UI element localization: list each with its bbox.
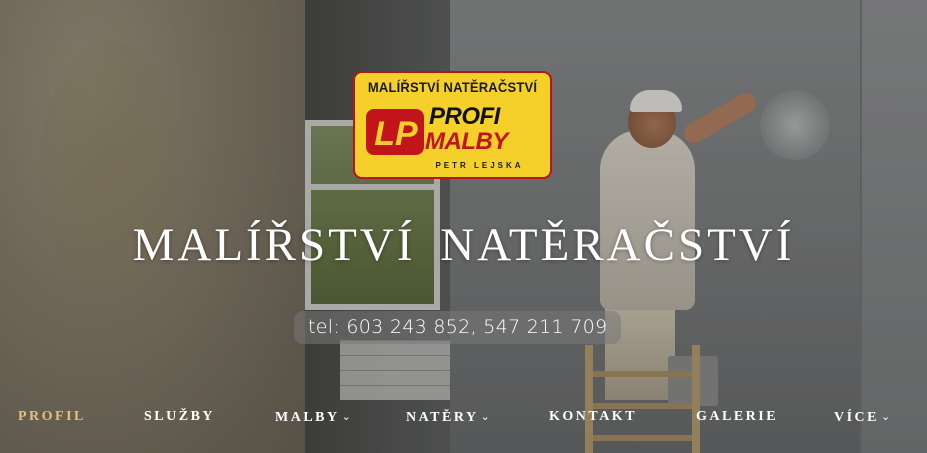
logo-word-malby: MALBY bbox=[425, 128, 508, 155]
company-logo[interactable]: MALÍŘSTVÍ NATĚRAČSTVÍ LP PROFI MALBY PET… bbox=[353, 71, 552, 179]
chevron-down-icon: ⌄ bbox=[480, 410, 493, 423]
phone-contact: tel: 603 243 852, 547 211 709 bbox=[294, 311, 622, 344]
logo-word-profi: PROFI bbox=[429, 103, 500, 130]
logo-owner-name: PETR LEJSKA bbox=[435, 161, 524, 170]
nav-item-label: VÍCE bbox=[834, 410, 880, 425]
svg-text:LP: LP bbox=[374, 115, 418, 153]
logo-top-text: MALÍŘSTVÍ NATĚRAČSTVÍ bbox=[367, 79, 538, 95]
nav-item-label: PROFIL bbox=[18, 409, 86, 424]
nav-item-label: GALERIE bbox=[696, 409, 779, 424]
nav-item-profil[interactable]: PROFIL bbox=[18, 405, 86, 429]
logo-monogram-icon: LP bbox=[366, 109, 424, 155]
nav-item-label: NATĚRY bbox=[406, 410, 479, 425]
hero-section: MALÍŘSTVÍ NATĚRAČSTVÍ LP PROFI MALBY PET… bbox=[0, 0, 927, 453]
nav-item-malby[interactable]: MALBY ⌄ bbox=[275, 405, 353, 429]
chevron-down-icon: ⌄ bbox=[881, 410, 893, 423]
nav-item-label: SLUŽBY bbox=[144, 409, 216, 424]
page-title: MALÍŘSTVÍ NATĚRAČSTVÍ bbox=[132, 219, 795, 271]
nav-item-galerie[interactable]: GALERIE bbox=[696, 405, 778, 429]
nav-item-natery[interactable]: NATĚRY ⌄ bbox=[406, 405, 492, 429]
nav-item-sluzby[interactable]: SLUŽBY bbox=[144, 405, 215, 429]
main-navigation: PROFIL SLUŽBY MALBY ⌄ NATĚRY ⌄ KONTAKT GAL… bbox=[0, 405, 927, 429]
nav-item-vice[interactable]: VÍCE ⌄ bbox=[834, 405, 893, 429]
chevron-down-icon: ⌄ bbox=[341, 410, 354, 423]
nav-item-label: KONTAKT bbox=[549, 409, 638, 424]
nav-item-label: MALBY bbox=[275, 410, 340, 425]
nav-item-kontakt[interactable]: KONTAKT bbox=[549, 405, 637, 429]
